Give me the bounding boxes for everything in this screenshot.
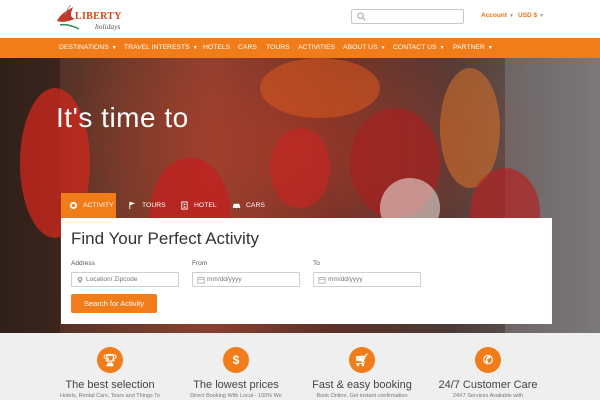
flag-icon	[129, 201, 136, 210]
feature-title: Fast & easy booking	[312, 379, 412, 391]
currency-menu[interactable]: USD $ ▼	[518, 12, 544, 19]
chevron-down-icon: ▼	[509, 13, 514, 19]
nav-item-label: HOTELS	[203, 44, 231, 51]
hero-photo-element	[440, 68, 500, 188]
from-date-input[interactable]	[207, 274, 297, 285]
to-label: To	[313, 260, 320, 267]
search-input[interactable]	[368, 11, 462, 22]
phone-icon: ✆	[482, 353, 494, 367]
account-menu[interactable]: Account ▼	[481, 12, 514, 19]
feature-title: The best selection	[65, 379, 155, 391]
nav-item-partner[interactable]: PARTNER ▼	[453, 38, 493, 58]
activity-icon	[69, 201, 78, 210]
hero-photo-element	[270, 128, 330, 208]
address-field[interactable]	[71, 272, 179, 287]
feature-title: The lowest prices	[193, 379, 279, 391]
site-header: LIBERTY holidays Account ▼ USD $ ▼	[0, 0, 600, 38]
chevron-down-icon: ▼	[539, 13, 545, 19]
feature-subtitle: Direct Booking With Local - 100% We	[190, 393, 282, 399]
feature-subtitle: 24X7 Services Available with	[452, 393, 524, 399]
feature-badge: ✆	[475, 347, 501, 373]
activity-search-panel: Find Your Perfect Activity Address From …	[61, 218, 552, 324]
logo-subtext: holidays	[95, 22, 121, 31]
nav-item-label: ACTIVITIES	[298, 44, 336, 51]
building-icon	[181, 201, 188, 210]
nav-item-label: ABOUT US	[343, 44, 378, 51]
tab-tours[interactable]: TOURS	[120, 193, 170, 218]
tab-cars[interactable]: CARS	[224, 193, 272, 218]
chevron-down-icon: ▼	[380, 45, 386, 51]
trophy-icon: 🏆︎	[102, 353, 118, 367]
hero-photo-element	[260, 58, 380, 118]
chevron-down-icon: ▼	[192, 45, 198, 51]
tab-activity[interactable]: ACTIVITY	[61, 193, 116, 218]
site-logo[interactable]: LIBERTY holidays	[55, 3, 135, 35]
cart-icon: 🛒︎	[354, 353, 370, 367]
chevron-down-icon: ▼	[487, 45, 493, 51]
hero-title: It's time to	[56, 102, 189, 133]
to-date-input[interactable]	[328, 274, 418, 285]
feature-title: 24/7 Customer Care	[438, 379, 538, 391]
account-label: Account	[481, 12, 507, 19]
address-label: Address	[71, 260, 95, 267]
search-activity-button[interactable]: Search for Activity	[71, 294, 157, 313]
nav-item-about-us[interactable]: ABOUT US ▼	[343, 38, 386, 58]
chevron-down-icon: ▼	[111, 45, 117, 51]
features-strip: 🏆︎ The best selection Hotels, Rental Car…	[0, 333, 600, 400]
nav-item-label: PARTNER	[453, 44, 485, 51]
nav-item-label: TRAVEL INTERESTS	[124, 44, 190, 51]
calendar-icon	[197, 277, 205, 284]
address-input[interactable]	[86, 274, 176, 285]
car-icon	[232, 203, 241, 210]
search-icon	[357, 12, 366, 21]
nav-item-label: CONTACT US	[393, 44, 437, 51]
dollar-icon: $	[232, 353, 240, 367]
nav-item-cars[interactable]: CARS	[238, 38, 257, 58]
tab-label: CARS	[246, 202, 265, 209]
nav-item-tours[interactable]: TOURS	[266, 38, 290, 58]
calendar-icon	[318, 277, 326, 284]
to-date-field[interactable]	[313, 272, 421, 287]
feature-badge: $	[223, 347, 249, 373]
location-pin-icon	[77, 276, 83, 284]
feature-badge: 🛒︎	[349, 347, 375, 373]
tab-label: HOTEL	[194, 202, 217, 209]
feature-subtitle: Hotels, Rental Cars, Tours and Things To	[60, 393, 160, 399]
logo-text: LIBERTY	[75, 11, 122, 22]
site-search[interactable]	[351, 9, 464, 24]
nav-item-label: DESTINATIONS	[59, 44, 109, 51]
tab-label: ACTIVITY	[83, 202, 114, 209]
from-label: From	[192, 260, 208, 267]
chevron-down-icon: ▼	[439, 45, 445, 51]
feature-subtitle: Book Online, Get instant confirmation	[316, 393, 408, 399]
tab-hotel[interactable]: HOTEL	[172, 193, 222, 218]
nav-item-hotels[interactable]: HOTELS	[203, 38, 230, 58]
nav-item-contact-us[interactable]: CONTACT US ▼	[393, 38, 445, 58]
tab-label: TOURS	[142, 202, 166, 209]
nav-item-destinations[interactable]: DESTINATIONS ▼	[59, 38, 117, 58]
panel-title: Find Your Perfect Activity	[71, 229, 260, 248]
nav-item-label: TOURS	[266, 44, 290, 51]
nav-item-label: CARS	[238, 44, 257, 51]
from-date-field[interactable]	[192, 272, 300, 287]
feature-badge: 🏆︎	[97, 347, 123, 373]
currency-label: USD $	[518, 12, 538, 19]
main-nav: DESTINATIONS ▼ TRAVEL INTERESTS ▼ HOTELS C…	[0, 38, 600, 58]
nav-item-activities[interactable]: ACTIVITIES	[298, 38, 335, 58]
nav-item-travel-interests[interactable]: TRAVEL INTERESTS ▼	[124, 38, 198, 58]
